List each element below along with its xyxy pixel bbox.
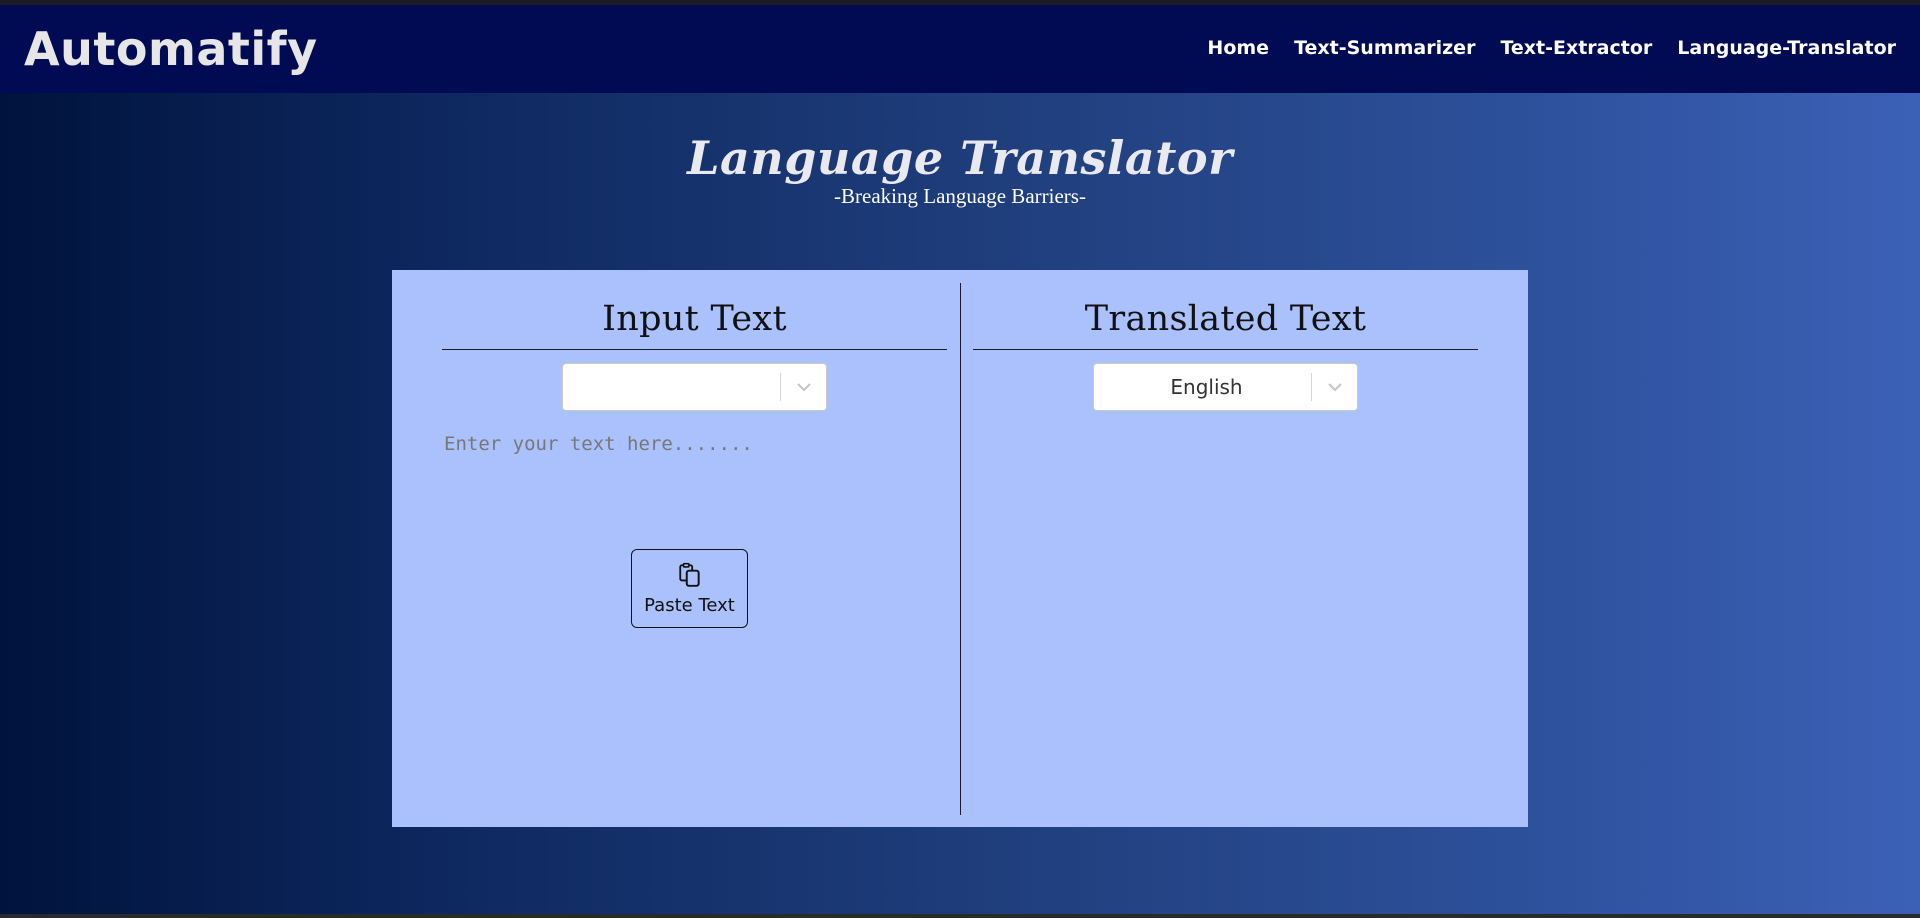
clipboard-icon bbox=[677, 562, 703, 591]
brand-logo[interactable]: Automatify bbox=[24, 22, 318, 76]
translator-panel: Input Text Paste Text Translated Text En… bbox=[392, 270, 1528, 827]
paste-text-label: Paste Text bbox=[644, 594, 735, 616]
nav-link-language-translator[interactable]: Language-Translator bbox=[1677, 37, 1896, 59]
page-subtitle: -Breaking Language Barriers- bbox=[834, 184, 1086, 208]
output-heading-rule bbox=[973, 349, 1478, 350]
column-divider bbox=[960, 283, 961, 815]
source-language-select[interactable] bbox=[562, 363, 827, 411]
input-column: Input Text bbox=[442, 270, 947, 411]
output-heading: Translated Text bbox=[1084, 299, 1367, 339]
bottom-border bbox=[0, 914, 1920, 918]
input-heading-rule bbox=[442, 349, 947, 350]
nav-link-text-extractor[interactable]: Text-Extractor bbox=[1500, 37, 1652, 59]
output-column: Translated Text English bbox=[973, 270, 1478, 411]
input-heading: Input Text bbox=[602, 299, 787, 339]
target-language-value: English bbox=[1170, 375, 1243, 399]
chevron-down-icon[interactable] bbox=[781, 363, 826, 411]
nav-link-text-summarizer[interactable]: Text-Summarizer bbox=[1294, 37, 1475, 59]
input-text-area[interactable] bbox=[444, 433, 944, 523]
page-title: Language Translator bbox=[687, 131, 1233, 185]
chevron-down-icon[interactable] bbox=[1312, 363, 1357, 411]
nav-links: Home Text-Summarizer Text-Extractor Lang… bbox=[1207, 37, 1896, 59]
target-language-select[interactable]: English bbox=[1093, 363, 1358, 411]
paste-text-button[interactable]: Paste Text bbox=[631, 549, 748, 628]
nav-link-home[interactable]: Home bbox=[1207, 37, 1269, 59]
hero: Language Translator -Breaking Language B… bbox=[0, 128, 1920, 209]
navbar: Automatify Home Text-Summarizer Text-Ext… bbox=[0, 5, 1920, 93]
